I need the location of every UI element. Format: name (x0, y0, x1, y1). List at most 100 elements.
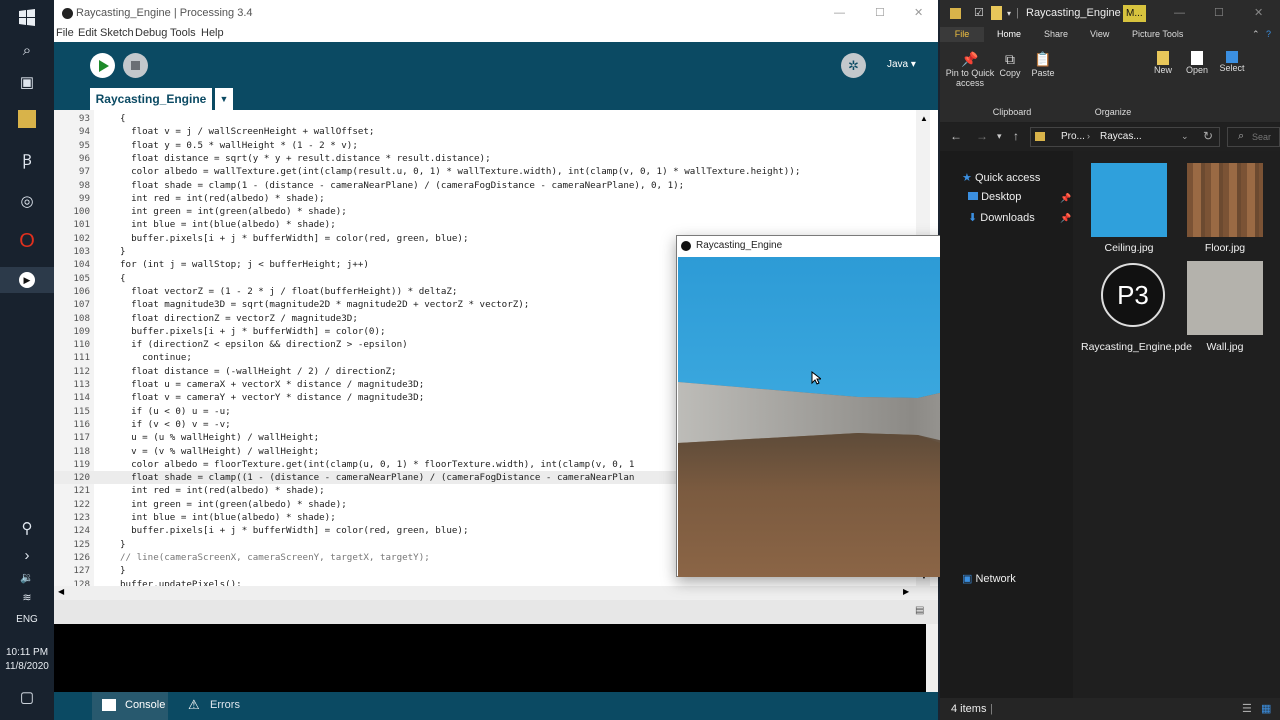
nav-network[interactable]: ▣ Network (962, 572, 1016, 585)
menu-help[interactable]: Help (201, 27, 224, 39)
up-icon[interactable]: ↑ (1013, 129, 1019, 143)
menu-edit[interactable]: Edit (78, 27, 97, 39)
search-box[interactable]: ⌕ (1227, 127, 1280, 147)
code-line[interactable]: 101 int blue = int(blue(albedo) * shade)… (54, 218, 916, 231)
close-icon[interactable]: ✕ (1254, 0, 1263, 27)
desktop-icon (968, 192, 978, 200)
clock-time[interactable]: 10:11 PM (0, 647, 54, 658)
select-icon (1226, 51, 1238, 63)
file-explorer-icon[interactable] (18, 110, 36, 128)
file-pde-label[interactable]: Raycasting_Engine.pde (1081, 341, 1192, 354)
code-line[interactable]: 99 int red = int(red(albedo) * shade); (54, 192, 916, 205)
code-line[interactable]: 93 { (54, 112, 916, 125)
maximize-icon[interactable]: ☐ (1214, 0, 1224, 27)
tab-share[interactable]: Share (1044, 27, 1068, 42)
tab-errors[interactable]: ⚠ Errors (182, 692, 262, 720)
new-button[interactable]: New (1148, 51, 1178, 75)
menu-debug[interactable]: Debug (135, 27, 167, 39)
tab-console[interactable]: Console (92, 692, 168, 720)
tab-menu-button[interactable]: ▼ (215, 88, 233, 110)
debugger-button[interactable]: ✲ (841, 53, 866, 78)
run-button[interactable] (90, 53, 115, 78)
horizontal-scrollbar[interactable]: ◀ ▶ (54, 586, 938, 600)
file-wall-label[interactable]: Wall.jpg (1175, 341, 1275, 353)
menu-file[interactable]: File (56, 27, 74, 39)
line-number: 111 (73, 352, 90, 364)
customize-arrow-icon[interactable]: ▾ (1007, 0, 1011, 27)
recent-icon[interactable]: ▾ (997, 131, 1002, 142)
chevron-up-icon[interactable]: › (15, 544, 39, 568)
processing-taskbar-icon[interactable]: Ꞵ (15, 149, 39, 173)
file-floor-label[interactable]: Floor.jpg (1175, 242, 1275, 254)
menu-sketch[interactable]: Sketch (100, 27, 134, 39)
address-dropdown-icon[interactable]: ⌄ (1181, 131, 1189, 142)
opera-icon[interactable]: O (15, 229, 39, 253)
scroll-up-icon[interactable]: ▲ (920, 114, 928, 123)
stop-button[interactable] (123, 53, 148, 78)
address-bar[interactable]: Pro... › Raycas... ⌄ ↻ (1030, 127, 1220, 147)
breadcrumb-parent[interactable]: Pro... (1061, 131, 1085, 142)
refresh-icon[interactable]: ↻ (1203, 129, 1213, 143)
copy-console-icon[interactable]: ▤ (915, 605, 924, 616)
code-line[interactable]: 98 float shade = clamp(1 - (distance - c… (54, 179, 916, 192)
console-output[interactable] (54, 624, 926, 692)
console-scrollbar[interactable] (926, 624, 938, 692)
chrome-icon[interactable]: ◎ (15, 190, 39, 214)
task-view-icon[interactable]: ▣ (15, 71, 39, 95)
nav-desktop[interactable]: Desktop (968, 191, 1021, 203)
scroll-left-icon[interactable]: ◀ (58, 587, 64, 596)
code-line[interactable]: 100 int green = int(green(albedo) * shad… (54, 205, 916, 218)
manage-badge[interactable]: M... (1123, 5, 1146, 22)
help-icon[interactable]: ? (1266, 27, 1271, 42)
tab-file[interactable]: File (940, 27, 984, 42)
code-line[interactable]: 96 float distance = sqrt(y * y + result.… (54, 152, 916, 165)
file-ceiling-label[interactable]: Ceiling.jpg (1079, 242, 1179, 254)
code-line[interactable]: 94 float v = j / wallScreenHeight + wall… (54, 125, 916, 138)
pin-to-quick-access-button[interactable]: 📌 Pin to Quick access (944, 51, 996, 88)
breadcrumb-current[interactable]: Raycas... (1100, 131, 1142, 142)
collapse-ribbon-icon[interactable]: ⌃ (1252, 27, 1260, 42)
quick-folder-icon[interactable] (991, 6, 1002, 20)
minimize-icon[interactable]: — (834, 0, 845, 27)
nav-label: Desktop (981, 191, 1022, 203)
minimize-icon[interactable]: — (1174, 0, 1185, 27)
language-indicator[interactable]: ENG (0, 614, 54, 625)
paste-button[interactable]: 📋 Paste (1028, 51, 1058, 78)
nav-quick-access[interactable]: ★ Quick access (962, 171, 1040, 184)
back-icon[interactable]: ← (950, 129, 962, 143)
network-icon[interactable]: ≋ (15, 586, 39, 610)
nav-downloads[interactable]: ⬇ Downloads (968, 211, 1035, 224)
file-floor-thumbnail[interactable] (1187, 163, 1263, 237)
tab-view[interactable]: View (1090, 27, 1109, 42)
copy-button[interactable]: ⧉ Copy (998, 51, 1022, 78)
sketch-window-title: Raycasting_Engine (696, 240, 783, 251)
search-icon[interactable]: ⌕ (15, 39, 39, 63)
maximize-icon[interactable]: ☐ (875, 0, 885, 27)
menu-tools[interactable]: Tools (170, 27, 196, 39)
tab-home[interactable]: Home (997, 27, 1021, 42)
code-line[interactable]: 97 color albedo = wallTexture.get(int(cl… (54, 165, 916, 178)
tiles-view-icon[interactable]: ▦ (1261, 698, 1271, 720)
people-icon[interactable]: ⚲ (15, 517, 39, 541)
windows-start-icon[interactable] (15, 8, 39, 32)
file-ceiling-thumbnail[interactable] (1091, 163, 1167, 237)
notification-icon[interactable]: ▢ (15, 686, 39, 710)
file-wall-thumbnail[interactable] (1187, 261, 1263, 335)
checkbox-icon[interactable]: ☑ (974, 0, 984, 27)
mode-selector[interactable]: Java ▾ (887, 59, 916, 70)
running-app-icon[interactable]: ▶ (0, 267, 54, 293)
open-button[interactable]: Open (1182, 51, 1212, 75)
clock-date[interactable]: 11/8/2020 (0, 661, 54, 672)
code-line[interactable]: 95 float y = 0.5 * wallHeight * (1 - 2 *… (54, 139, 916, 152)
close-icon[interactable]: ✕ (914, 0, 923, 27)
code-text: float magnitude3D = sqrt(magnitude2D * m… (120, 299, 530, 311)
select-button[interactable]: Select (1217, 51, 1247, 73)
details-view-icon[interactable]: ☰ (1242, 698, 1252, 720)
forward-icon[interactable]: → (976, 129, 988, 143)
pin-icon: 📌 (1060, 213, 1072, 223)
scroll-right-icon[interactable]: ▶ (903, 587, 909, 596)
tab-picture-tools[interactable]: Picture Tools (1132, 27, 1183, 42)
processing-file-icon[interactable]: P3 (1101, 263, 1165, 327)
tab-raycasting-engine[interactable]: Raycasting_Engine (90, 88, 212, 110)
search-input[interactable] (1252, 130, 1280, 144)
